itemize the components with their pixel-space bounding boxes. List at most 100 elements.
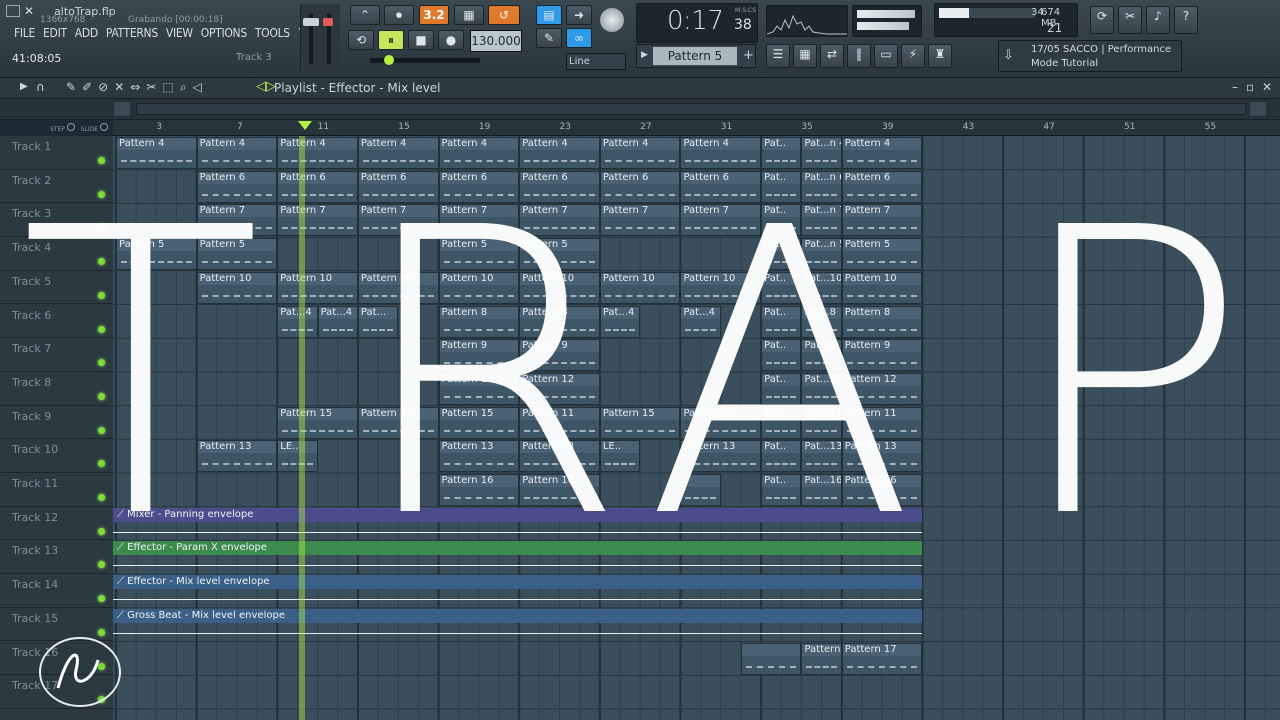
pattern-selector[interactable]: ▶ Pattern 5 + [636, 44, 756, 68]
browser-icon[interactable]: ▭ [874, 44, 898, 68]
master-volume-slider[interactable] [300, 4, 340, 70]
pattern-clip[interactable]: Pattern 17 [841, 642, 923, 675]
mixer-icon[interactable]: ‖ [847, 44, 871, 68]
pattern-clip[interactable]: Pattern 4 [841, 137, 923, 169]
pattern-clip[interactable]: Pat.. [761, 238, 802, 271]
pattern-clip[interactable] [680, 474, 721, 506]
slip-tool-icon[interactable]: ⇔ [130, 80, 140, 95]
pattern-clip[interactable]: Pattern 5 [196, 238, 278, 271]
track-mute-led[interactable] [98, 359, 105, 367]
pattern-clip[interactable]: Pat...13 [801, 440, 842, 473]
pattern-clip[interactable]: Pat...n 7 [801, 204, 842, 237]
magnet-icon[interactable]: ∩ [36, 80, 45, 94]
track-mute-led[interactable] [98, 426, 105, 434]
pattern-clip[interactable]: Pat.. [761, 440, 802, 473]
pattern-clip[interactable]: Pattern 15 [438, 406, 520, 439]
pattern-clip[interactable] [740, 642, 802, 675]
pattern-clip[interactable]: Pat...9 [801, 339, 842, 372]
pattern-clip[interactable]: Pattern 6 [519, 170, 600, 203]
pattern-clip[interactable]: Pattern 4 [277, 137, 358, 169]
pattern-clip[interactable]: Pattern 7 [680, 204, 762, 237]
menu-file[interactable]: FILE [14, 26, 35, 40]
playlist-icon[interactable]: ☰ [766, 44, 790, 68]
pattern-clip[interactable]: Pattern 12 [519, 372, 600, 405]
pattern-clip[interactable]: Pattern 10 [438, 271, 520, 304]
pattern-clip[interactable]: Pattern 6 [680, 170, 762, 203]
track-header[interactable]: Track 8 [0, 372, 113, 406]
pattern-clip[interactable]: Pattern 4 [357, 137, 439, 169]
pattern-clip[interactable]: Pattern 17 [801, 642, 842, 675]
pattern-clip[interactable]: LE.. [599, 440, 641, 473]
pencil-icon[interactable]: ✎ [536, 28, 562, 48]
track-header[interactable]: Track 9 [0, 406, 113, 440]
track-header[interactable]: Track 14 [0, 574, 113, 608]
track-header[interactable]: Track 1 [0, 136, 113, 170]
pattern-clip[interactable]: Pattern 12 [841, 372, 923, 405]
pattern-clip[interactable]: Pattern 10 [841, 271, 923, 304]
pattern-clip[interactable]: Pattern 16 [519, 474, 600, 506]
step-toggle[interactable] [66, 123, 75, 131]
track-mute-led[interactable] [98, 258, 105, 266]
pattern-clip[interactable]: Pattern 7 [438, 204, 520, 237]
select-tool-icon[interactable]: ⬚ [162, 80, 173, 95]
pattern-clip[interactable]: Pattern 16 [438, 474, 520, 506]
close-playlist-icon[interactable]: ✕ [1262, 80, 1272, 94]
pattern-clip[interactable]: Pattern 6 [599, 170, 681, 203]
pattern-clip[interactable]: Pattern 6 [841, 170, 923, 203]
track-header[interactable]: Track 3 [0, 203, 113, 238]
pattern-clip[interactable]: LE.. [277, 440, 318, 473]
pattern-clip[interactable]: Pattern 10 [519, 271, 600, 304]
pattern-clip[interactable]: Pat...n 5 [801, 238, 842, 271]
pattern-clip[interactable]: Pat...4 [317, 305, 358, 338]
snap-select[interactable]: Line [566, 53, 626, 70]
menu-options[interactable]: OPTIONS [201, 26, 247, 40]
close-icon[interactable]: ✕ [24, 4, 34, 18]
track-header[interactable]: Track 7 [0, 338, 113, 372]
slide-toggle[interactable] [100, 123, 108, 131]
wait-input-button[interactable]: ⏺ [384, 5, 414, 25]
pattern-clip[interactable]: Pat...4 [277, 305, 318, 338]
pattern-clip[interactable]: Pattern 15 [680, 406, 762, 439]
pattern-clip[interactable]: Pat.. [761, 204, 802, 237]
pattern-clip[interactable]: Pattern 15 [357, 406, 439, 439]
pattern-clip[interactable]: Pat... [357, 305, 399, 338]
pattern-clip[interactable]: Pat...n 4 [801, 137, 842, 169]
pattern-clip[interactable]: Pattern 10 [599, 271, 681, 304]
pattern-clip[interactable]: Pattern 6 [277, 170, 358, 203]
menu-patterns[interactable]: PATTERNS [106, 26, 158, 40]
track-mute-led[interactable] [98, 595, 105, 603]
pattern-clip[interactable]: Pattern 4 [680, 137, 762, 169]
pattern-clip[interactable]: Pattern 6 [438, 170, 520, 203]
track-mute-led[interactable] [98, 494, 105, 501]
microphone-icon[interactable]: ♪ [1146, 6, 1170, 34]
pattern-clip[interactable]: Pattern 6 [357, 170, 439, 203]
undo-icon[interactable]: ⟳ [1090, 6, 1114, 34]
pattern-clip[interactable]: Pat...12 [801, 372, 842, 405]
pattern-clip[interactable]: Pattern 13 [519, 440, 600, 473]
maximize-icon[interactable]: ▫ [1246, 80, 1254, 94]
pattern-clip[interactable]: Pattern 7 [841, 204, 923, 237]
playhead-marker-icon[interactable] [298, 121, 312, 130]
pattern-clip[interactable]: Pattern 7 [599, 204, 681, 237]
pattern-clip[interactable]: Pattern 9 [519, 339, 600, 372]
pattern-clip[interactable]: Pattern 13 [841, 440, 923, 473]
overview-scrollbar[interactable] [0, 99, 1280, 120]
pattern-clip[interactable]: Pattern 15 [599, 406, 681, 439]
help-icon[interactable]: ? [1174, 6, 1198, 34]
pattern-clip[interactable]: Pat...4 [599, 305, 641, 338]
pattern-clip[interactable]: Pattern 13 [196, 440, 278, 473]
track-header[interactable]: Track 5 [0, 271, 113, 305]
playlist-arrows-icon[interactable]: ◁▷ [256, 79, 276, 94]
pattern-clip[interactable]: Pattern 15 [277, 406, 358, 439]
playback-tool-icon[interactable]: ◁ [192, 80, 201, 95]
pattern-clip[interactable]: Pattern 4 [519, 137, 600, 169]
pattern-clip[interactable]: Pat.. [761, 339, 802, 372]
pattern-clip[interactable]: Pat.. [761, 372, 802, 405]
pattern-clip[interactable]: Pat.. [761, 170, 802, 203]
pattern-clip[interactable]: Pat.. [761, 406, 802, 439]
track-mute-led[interactable] [98, 561, 105, 569]
cut-icon[interactable]: ✂ [1118, 6, 1142, 34]
delete-tool-icon[interactable]: ⊘ [98, 80, 108, 95]
pattern-clip[interactable]: Pattern 9 [438, 339, 520, 372]
playlist-grid[interactable]: Pattern 4 Pattern 4 Pattern 4 Pattern 4 Patt… [113, 136, 1280, 720]
